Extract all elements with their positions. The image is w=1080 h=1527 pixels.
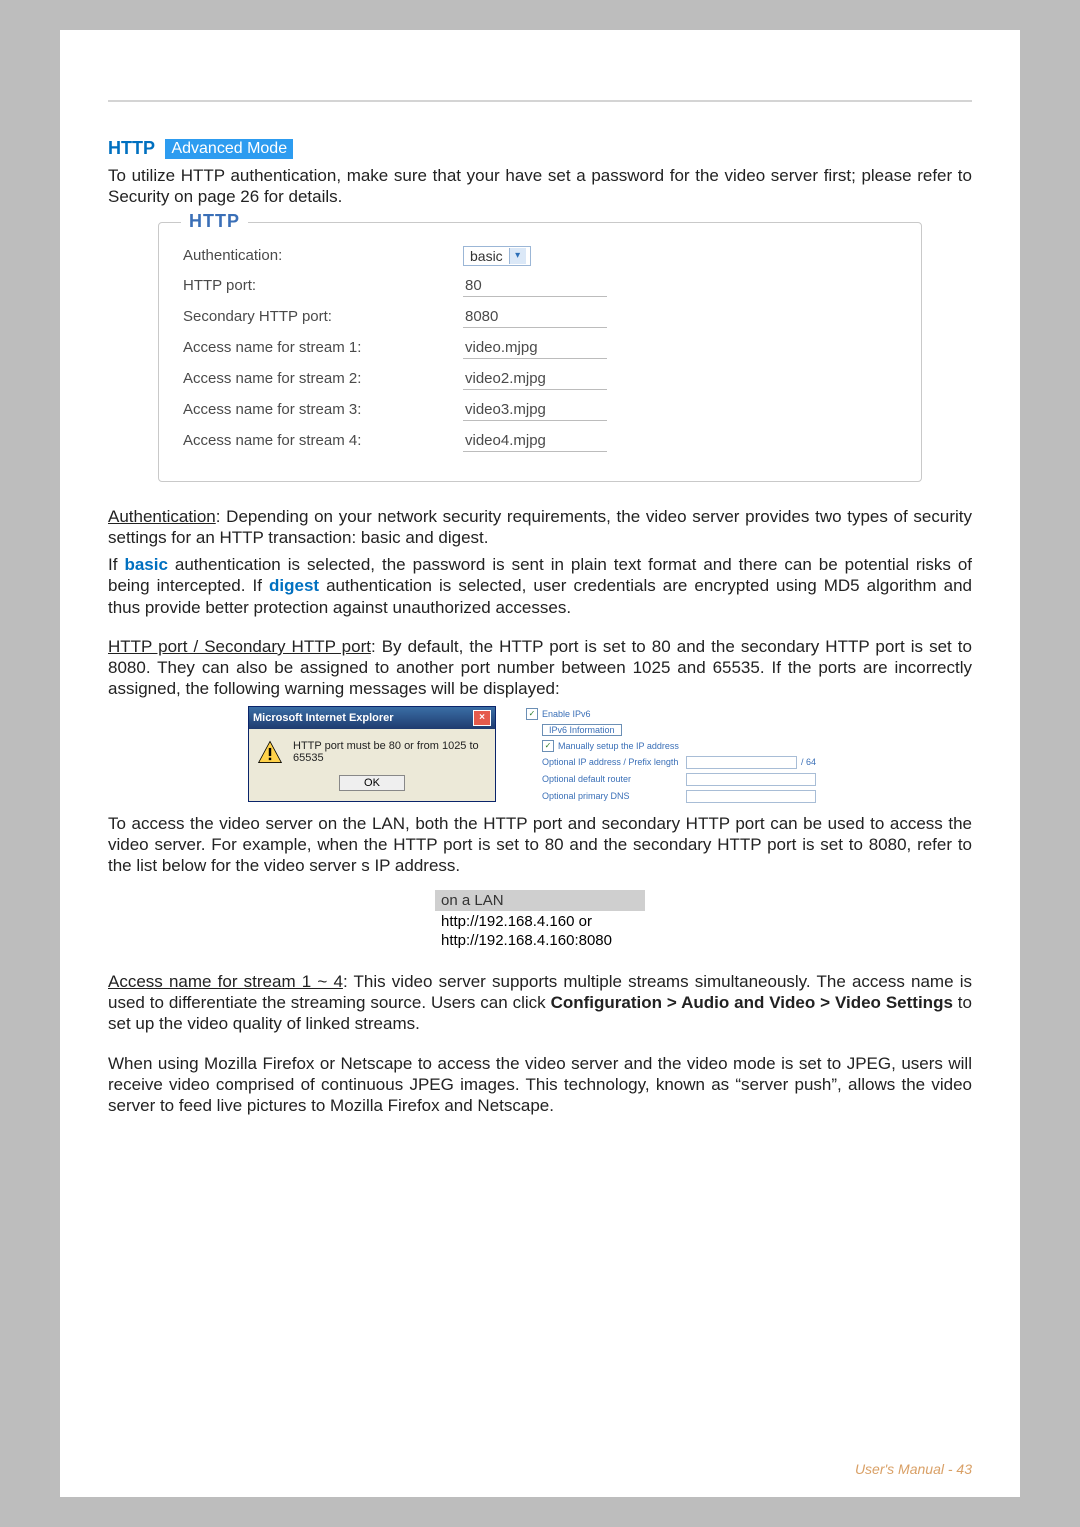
stream3-row: Access name for stream 3: (183, 399, 897, 421)
ipv6-router-label: Optional default router (542, 774, 682, 784)
auth-2a: If (108, 555, 124, 574)
sec-http-port-row: Secondary HTTP port: (183, 306, 897, 328)
ie-dialog-titlebar: Microsoft Internet Explorer × (249, 707, 495, 729)
sec-http-port-input[interactable] (463, 306, 607, 328)
auth-row: Authentication: basic ▾ (183, 246, 897, 266)
ipv6-enable-row: ✓ Enable IPv6 (526, 708, 816, 720)
ipv6-router-row: Optional default router (526, 773, 816, 786)
stream-heading: Access name for stream 1 ~ 4 (108, 972, 343, 991)
stream1-label: Access name for stream 1: (183, 339, 463, 356)
port-paragraph: HTTP port / Secondary HTTP port: By defa… (108, 636, 972, 700)
auth-select[interactable]: basic ▾ (463, 246, 531, 266)
intro-text: To utilize HTTP authentication, make sur… (108, 165, 972, 208)
ipv6-dns-row: Optional primary DNS (526, 790, 816, 803)
auth-select-value: basic (470, 248, 503, 264)
ie-dialog-msg: HTTP port must be 80 or from 1025 to 655… (293, 740, 487, 764)
lan-line1: http://192.168.4.160 or (441, 913, 639, 932)
checkbox-icon[interactable]: ✓ (542, 740, 554, 752)
stream-paragraph: Access name for stream 1 ~ 4: This video… (108, 971, 972, 1035)
ipv6-manual-label: Manually setup the IP address (558, 741, 679, 751)
stream4-label: Access name for stream 4: (183, 432, 463, 449)
header-rule (108, 100, 972, 102)
http-settings-panel: HTTP Authentication: basic ▾ HTTP port: … (158, 222, 922, 482)
ipv6-ip-input[interactable] (686, 756, 797, 769)
warning-icon (257, 739, 283, 765)
http-port-row: HTTP port: (183, 275, 897, 297)
section-title: HTTP (108, 138, 155, 159)
auth-paragraph-2: If basic authentication is selected, the… (108, 554, 972, 618)
ipv6-dns-input[interactable] (686, 790, 816, 803)
brand-header: VIVOTEK (108, 66, 972, 96)
auth-heading: Authentication (108, 507, 216, 526)
sec-http-port-label: Secondary HTTP port: (183, 308, 463, 325)
ipv6-enable-label: Enable IPv6 (542, 709, 591, 719)
port-heading: HTTP port / Secondary HTTP port (108, 637, 371, 656)
stream4-row: Access name for stream 4: (183, 430, 897, 452)
ie-dialog-buttons: OK (249, 775, 495, 801)
http-port-label: HTTP port: (183, 277, 463, 294)
advanced-mode-badge: Advanced Mode (165, 139, 293, 159)
jpeg-paragraph: When using Mozilla Firefox or Netscape t… (108, 1053, 972, 1117)
page-footer: User's Manual - 43 (855, 1461, 972, 1477)
ipv6-prefix: / 64 (801, 757, 816, 767)
lan-intro: To access the video server on the LAN, b… (108, 813, 972, 877)
stream2-row: Access name for stream 2: (183, 368, 897, 390)
ok-button[interactable]: OK (339, 775, 405, 791)
stream1-input[interactable] (463, 337, 607, 359)
ipv6-router-input[interactable] (686, 773, 816, 786)
warning-row: Microsoft Internet Explorer × HTTP port … (248, 706, 972, 807)
auth-label: Authentication: (183, 247, 463, 264)
stream1-row: Access name for stream 1: (183, 337, 897, 359)
ipv6-panel: ✓ Enable IPv6 IPv6 Information ✓ Manuall… (526, 706, 816, 807)
stream4-input[interactable] (463, 430, 607, 452)
http-panel-legend: HTTP (181, 211, 248, 232)
stream2-label: Access name for stream 2: (183, 370, 463, 387)
chevron-down-icon: ▾ (509, 248, 526, 264)
manual-page: VIVOTEK HTTP Advanced Mode To utilize HT… (60, 30, 1020, 1497)
lan-body: http://192.168.4.160 or http://192.168.4… (435, 911, 645, 953)
ipv6-dns-label: Optional primary DNS (542, 791, 682, 801)
ipv6-ip-label: Optional IP address / Prefix length (542, 757, 682, 767)
lan-head: on a LAN (435, 890, 645, 911)
ipv6-ip-row: Optional IP address / Prefix length / 64 (526, 756, 816, 769)
stream2-input[interactable] (463, 368, 607, 390)
auth-paragraph-1: Authentication: Depending on your networ… (108, 506, 972, 549)
ipv6-info-button[interactable]: IPv6 Information (542, 724, 622, 736)
stream3-input[interactable] (463, 399, 607, 421)
stream3-label: Access name for stream 3: (183, 401, 463, 418)
ie-dialog-body: HTTP port must be 80 or from 1025 to 655… (249, 729, 495, 775)
lan-line2: http://192.168.4.160:8080 (441, 932, 639, 951)
lan-example-box: on a LAN http://192.168.4.160 or http://… (435, 890, 645, 953)
checkbox-icon[interactable]: ✓ (526, 708, 538, 720)
http-port-input[interactable] (463, 275, 607, 297)
close-icon[interactable]: × (473, 710, 491, 726)
ipv6-manual-row: ✓ Manually setup the IP address (542, 740, 816, 752)
ie-warning-dialog: Microsoft Internet Explorer × HTTP port … (248, 706, 496, 802)
ie-dialog-title: Microsoft Internet Explorer (253, 712, 394, 724)
stream-bold: Configuration > Audio and Video > Video … (551, 993, 953, 1012)
kw-basic: basic (124, 555, 167, 574)
auth-text-1: : Depending on your network security req… (108, 507, 972, 547)
kw-digest: digest (269, 576, 319, 595)
